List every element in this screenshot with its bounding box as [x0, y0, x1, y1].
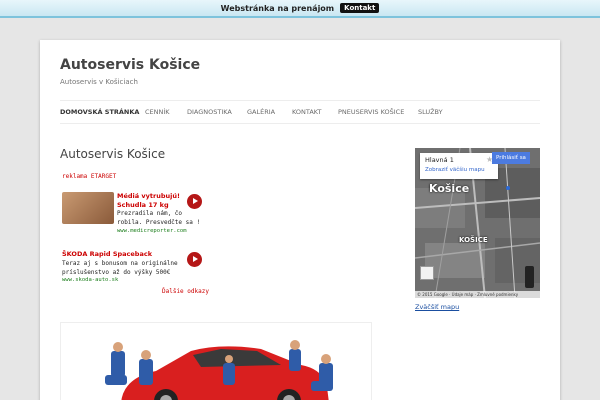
site-description: Autoservis v Košiciach	[60, 78, 138, 86]
main-navigation: DOMOVSKÁ STRÁNKA CENNÍK DIAGNOSTIKA GALÉ…	[60, 100, 540, 124]
ad-item[interactable]: ŠKODA Rapid Spaceback Teraz aj s bonusom…	[62, 250, 212, 284]
nav-item-gallery[interactable]: GALÉRIA	[247, 101, 275, 123]
nav-item-home[interactable]: DOMOVSKÁ STRÁNKA	[60, 101, 139, 123]
nav-item-diagnostics[interactable]: DIAGNOSTIKA	[187, 101, 232, 123]
ad-subtitle[interactable]: Schudla 17 kg	[117, 201, 169, 209]
ad-url[interactable]: www.medicreporter.com	[117, 228, 187, 234]
ad-text: robila. Presvedčte sa !	[117, 219, 201, 226]
ad-url[interactable]: www.skoda-auto.sk	[62, 277, 118, 283]
larger-map-link[interactable]: Zobraziť väčšiu mapu	[425, 167, 485, 173]
nav-item-services[interactable]: SLUŽBY	[418, 101, 443, 123]
rental-banner: Webstránka na prenájom Kontakt	[0, 0, 600, 18]
map-streetview-button[interactable]	[420, 266, 434, 280]
nav-item-contact[interactable]: KONTAKT	[292, 101, 322, 123]
car-service-illustration	[61, 323, 371, 400]
nav-item-pricing[interactable]: CENNÍK	[145, 101, 170, 123]
ad-title[interactable]: ŠKODA Rapid Spaceback	[62, 250, 152, 258]
ad-title[interactable]: Médiá vytrubujú!	[117, 192, 180, 200]
map-place-name: Hlavná 1	[425, 156, 454, 164]
more-ads-link[interactable]: Ďalšie odkazy	[162, 288, 209, 295]
ad-item[interactable]: Médiá vytrubujú! Schudla 17 kg Prezradil…	[62, 192, 212, 234]
google-map[interactable]: Hlavná 1 Zobraziť väčšiu mapu ★ Prihlási…	[415, 148, 540, 298]
map-zoom-slider[interactable]	[525, 266, 534, 288]
ad-text: Prezradila nám, čo	[117, 210, 183, 217]
map-district-label: KOŠICE	[459, 236, 488, 244]
map-info-window: Hlavná 1 Zobraziť väčšiu mapu ★	[420, 153, 498, 179]
hero-image	[60, 322, 372, 400]
rental-banner-text: Webstránka na prenájom	[220, 3, 335, 13]
site-title[interactable]: Autoservis Košice	[60, 57, 200, 73]
ad-thumbnail[interactable]	[62, 192, 114, 224]
entry-title: Autoservis Košice	[60, 147, 166, 161]
ad-arrow-icon[interactable]	[187, 194, 202, 209]
ad-text: Teraz aj s bonusom na originálne	[62, 260, 178, 267]
nav-item-tire-service[interactable]: PNEUSERVIS KOŠICE	[338, 101, 404, 123]
ad-label[interactable]: reklama ETARGET	[62, 173, 116, 180]
map-sign-in-button[interactable]: Prihlásiť sa	[492, 152, 530, 164]
contact-button[interactable]: Kontakt	[340, 3, 380, 13]
map-attribution: © 2015 Google · Údaje máp · Zmluvné podm…	[415, 291, 540, 298]
ad-text: príslušenstvo až do výšky 500€	[62, 269, 171, 276]
enlarge-map-link[interactable]: Zväčšiť mapu	[415, 303, 459, 311]
page-container: Autoservis Košice Autoservis v Košiciach…	[40, 40, 560, 400]
map-city-label: Košice	[429, 182, 470, 195]
ad-arrow-icon[interactable]	[187, 252, 202, 267]
